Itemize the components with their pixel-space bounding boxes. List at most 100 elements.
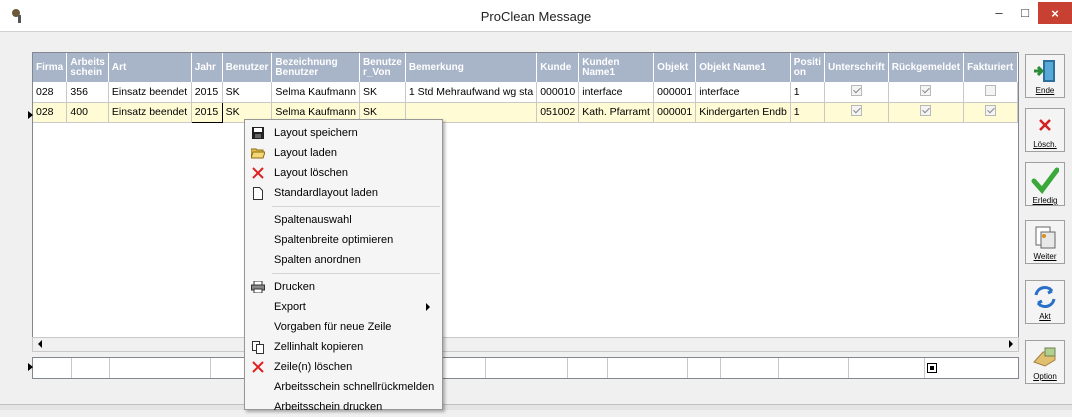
col-header-fakturiert[interactable]: Fakturiert: [963, 53, 1018, 82]
cell-unterschrift[interactable]: [824, 82, 889, 103]
rueckgemeldet-checkbox[interactable]: [920, 84, 932, 96]
data-grid[interactable]: Firma Arbeits schein Art Jahr Benutzer B…: [32, 52, 1019, 347]
loesch-button[interactable]: Lösch.: [1025, 108, 1065, 152]
menu-item-schnellrueckmelden[interactable]: Arbeitsschein schnellrückmelden: [245, 377, 442, 397]
unterschrift-checkbox[interactable]: [850, 84, 862, 96]
menu-item-layout-laden[interactable]: Layout laden: [245, 143, 442, 163]
cell-kunde[interactable]: 051002: [536, 102, 580, 123]
menu-item-zellinhalt-kopieren[interactable]: Zellinhalt kopieren: [245, 337, 442, 357]
menu-item-spaltenauswahl[interactable]: Spaltenauswahl: [245, 210, 442, 230]
filter-cell[interactable]: [33, 358, 72, 378]
cell-position[interactable]: 1: [790, 102, 826, 123]
col-header-rueckgemeldet[interactable]: Rückgemeldet: [888, 53, 965, 82]
cell-kunden-name1[interactable]: interface: [578, 82, 655, 103]
filter-cell[interactable]: [608, 358, 688, 378]
filter-cell[interactable]: [444, 358, 486, 378]
menu-item-zeilen-loeschen[interactable]: Zeile(n) löschen: [245, 357, 442, 377]
cell-bemerkung[interactable]: 1 Std Mehraufwand wg sta: [405, 82, 538, 103]
option-hand-icon: [1033, 347, 1056, 367]
maximize-button[interactable]: □: [1010, 0, 1040, 24]
menu-item-layout-speichern[interactable]: Layout speichern: [245, 123, 442, 143]
filter-cell[interactable]: [568, 358, 608, 378]
filter-cell[interactable]: [688, 358, 721, 378]
menu-item-arbeitsschein-drucken[interactable]: Arbeitsschein drucken: [245, 397, 442, 417]
col-header-position[interactable]: Positi on: [790, 53, 826, 82]
menu-item-layout-loeschen[interactable]: Layout löschen: [245, 163, 442, 183]
cell-fakturiert[interactable]: [963, 82, 1018, 103]
akt-button[interactable]: Akt: [1025, 280, 1065, 324]
cell-jahr[interactable]: 2015: [190, 101, 223, 123]
grid-header-row: Firma Arbeits schein Art Jahr Benutzer B…: [33, 53, 1018, 82]
ende-button[interactable]: Ende: [1025, 54, 1065, 98]
cell-objekt-name1[interactable]: interface: [695, 82, 791, 103]
menu-label: Vorgaben für neue Zeile: [274, 321, 392, 333]
table-row-selected[interactable]: 028 400 Einsatz beendet 2015 SK Selma Ka…: [33, 101, 1018, 123]
cell-benutzer[interactable]: SK: [222, 82, 273, 103]
cell-rueckgemeldet[interactable]: [888, 102, 965, 123]
filter-cell[interactable]: [721, 358, 779, 378]
filter-cell[interactable]: [72, 358, 110, 378]
cell-position[interactable]: 1: [790, 82, 826, 103]
menu-item-spaltenbreite-optimieren[interactable]: Spaltenbreite optimieren: [245, 230, 442, 250]
cell-objekt[interactable]: 000001: [653, 102, 697, 123]
horizontal-scrollbar[interactable]: [32, 337, 1019, 352]
filter-cell[interactable]: [486, 358, 568, 378]
erledig-button[interactable]: Erledig: [1025, 162, 1065, 206]
cell-objekt[interactable]: 000001: [653, 82, 697, 103]
filter-cell[interactable]: [779, 358, 849, 378]
col-header-kunden-name1[interactable]: Kunden Name1: [578, 53, 655, 82]
menu-item-drucken[interactable]: Drucken: [245, 277, 442, 297]
menu-item-standardlayout-laden[interactable]: Standardlayout laden: [245, 183, 442, 203]
close-button[interactable]: ×: [1038, 2, 1072, 24]
rueckgemeldet-checkbox[interactable]: [920, 105, 932, 116]
col-header-arbeitsschein[interactable]: Arbeits schein: [66, 53, 109, 82]
col-header-unterschrift[interactable]: Unterschrift: [824, 53, 889, 82]
table-row[interactable]: 028 356 Einsatz beendet 2015 SK Selma Ka…: [33, 82, 1018, 103]
weiter-button[interactable]: Weiter: [1025, 220, 1065, 264]
cell-benutzer-von[interactable]: SK: [359, 82, 406, 103]
cell-firma[interactable]: 028: [33, 102, 68, 123]
loesch-label: Lösch.: [1033, 140, 1057, 149]
fakturiert-checkbox[interactable]: [985, 105, 997, 116]
col-header-bemerkung[interactable]: Bemerkung: [405, 53, 538, 82]
col-header-art[interactable]: Art: [108, 53, 192, 82]
cell-fakturiert[interactable]: [963, 102, 1018, 123]
scroll-left-icon[interactable]: [38, 340, 42, 348]
col-header-benutzer[interactable]: Benutzer: [222, 53, 273, 82]
col-header-objekt-name1[interactable]: Objekt Name1: [695, 53, 791, 82]
cell-kunde[interactable]: 000010: [536, 82, 580, 103]
col-header-benutzer-von[interactable]: Benutze r_Von: [359, 53, 406, 82]
blank-document-icon: [251, 186, 265, 200]
col-header-firma[interactable]: Firma: [33, 53, 68, 82]
cell-arbeitsschein[interactable]: 400: [66, 102, 109, 123]
cell-art[interactable]: Einsatz beendet: [108, 102, 192, 123]
akt-label: Akt: [1039, 312, 1051, 321]
cell-jahr[interactable]: 2015: [191, 82, 223, 103]
cell-objekt-name1[interactable]: Kindergarten Endb: [695, 102, 791, 123]
cell-bezeichnung[interactable]: Selma Kaufmann: [271, 82, 360, 103]
unterschrift-checkbox[interactable]: [850, 105, 862, 116]
col-header-objekt[interactable]: Objekt: [653, 53, 697, 82]
filter-row[interactable]: [32, 357, 1019, 379]
fakturiert-checkbox[interactable]: [985, 84, 997, 96]
filter-cell[interactable]: [849, 358, 925, 378]
cell-art[interactable]: Einsatz beendet: [108, 82, 192, 103]
cell-rueckgemeldet[interactable]: [888, 82, 965, 103]
col-header-jahr[interactable]: Jahr: [191, 53, 223, 82]
context-menu[interactable]: Layout speichern Layout laden Layout lös…: [244, 119, 443, 413]
cell-arbeitsschein[interactable]: 356: [66, 82, 109, 103]
filter-cell[interactable]: [211, 358, 245, 378]
menu-item-export[interactable]: Export: [245, 297, 442, 317]
col-header-kunde[interactable]: Kunde: [536, 53, 580, 82]
option-button[interactable]: Option: [1025, 340, 1065, 384]
col-header-bezeichnung-benutzer[interactable]: Bezeichnung Benutzer: [271, 53, 360, 82]
cell-unterschrift[interactable]: [824, 102, 889, 123]
floppy-disk-icon: [251, 126, 265, 140]
menu-item-spalten-anordnen[interactable]: Spalten anordnen: [245, 250, 442, 270]
filter-cell[interactable]: [110, 358, 211, 378]
cell-firma[interactable]: 028: [33, 82, 68, 103]
filter-checkbox[interactable]: [927, 363, 937, 373]
menu-item-vorgaben-neue-zeile[interactable]: Vorgaben für neue Zeile: [245, 317, 442, 337]
cell-kunden-name1[interactable]: Kath. Pfarramt: [578, 102, 655, 123]
scroll-right-icon[interactable]: [1009, 340, 1013, 348]
